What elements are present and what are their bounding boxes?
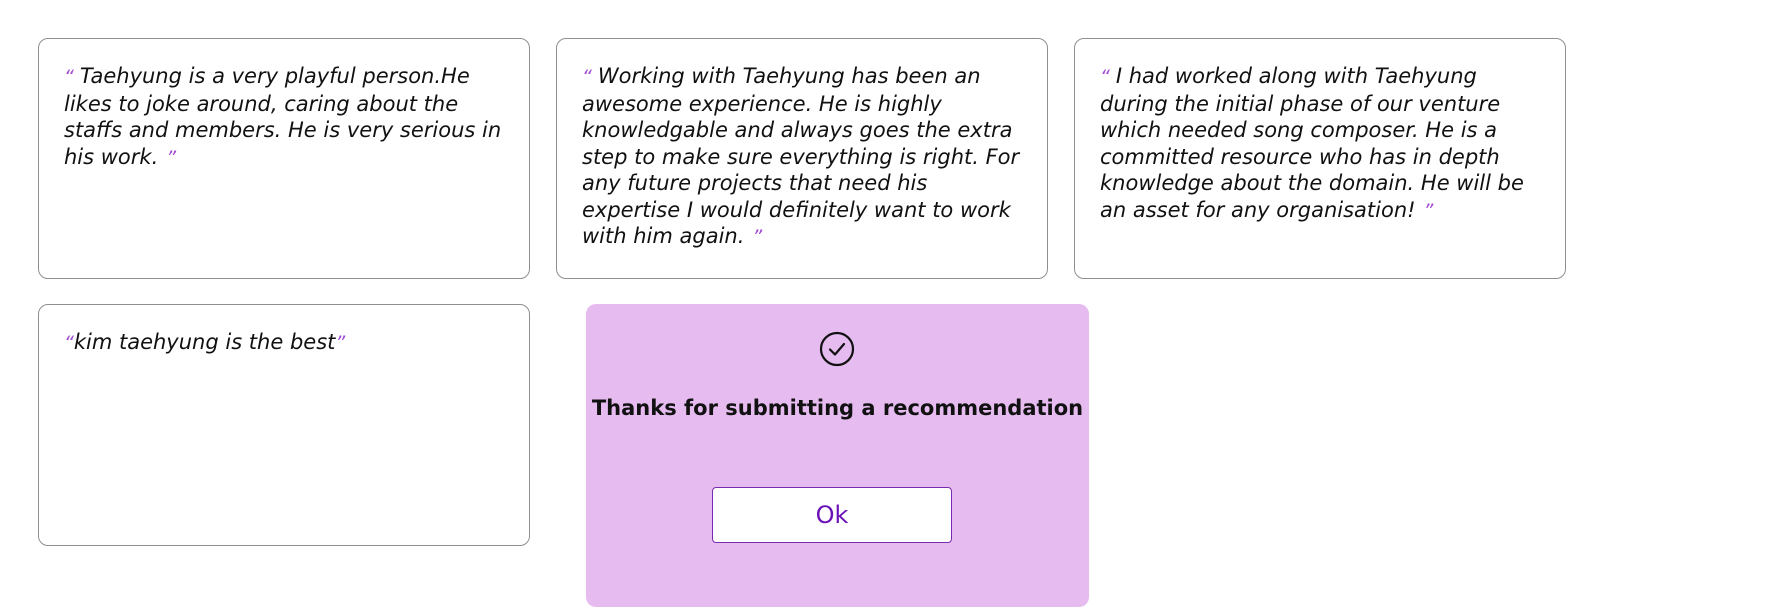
open-quote-icon: “: [64, 66, 74, 88]
recommendation-body: kim taehyung is the best: [73, 330, 336, 354]
close-quote-icon: ”: [166, 146, 177, 169]
recommendation-card: “I had worked along with Taehyung during…: [1074, 38, 1566, 279]
ok-button-label: Ok: [815, 501, 849, 529]
recommendation-text: “Taehyung is a very playful person.He li…: [64, 63, 505, 171]
recommendation-card: “kim taehyung is the best”: [38, 304, 530, 546]
ok-button[interactable]: Ok: [712, 487, 952, 543]
close-quote-icon: ”: [752, 226, 763, 248]
recommendation-text: “Working with Taehyung has been an aweso…: [582, 63, 1023, 251]
open-quote-icon: “: [64, 332, 74, 354]
modal-title: Thanks for submitting a recommendation: [591, 396, 1084, 420]
recommendation-text: “kim taehyung is the best”: [64, 329, 505, 357]
open-quote-icon: “: [582, 66, 592, 88]
recommendation-body: Taehyung is a very playful person.He lik…: [64, 64, 502, 169]
recommendation-body: Working with Taehyung has been an awesom…: [582, 64, 1020, 248]
recommendation-text: “I had worked along with Taehyung during…: [1100, 63, 1541, 224]
check-circle-icon: [819, 331, 855, 367]
submission-success-modal: Thanks for submitting a recommendation O…: [586, 304, 1089, 607]
close-quote-icon: ”: [335, 332, 346, 354]
recommendation-card: “Taehyung is a very playful person.He li…: [38, 38, 530, 279]
recommendation-card: “Working with Taehyung has been an aweso…: [556, 38, 1048, 279]
close-quote-icon: ”: [1423, 199, 1434, 222]
recommendation-body: I had worked along with Taehyung during …: [1100, 64, 1524, 222]
open-quote-icon: “: [1100, 66, 1110, 88]
